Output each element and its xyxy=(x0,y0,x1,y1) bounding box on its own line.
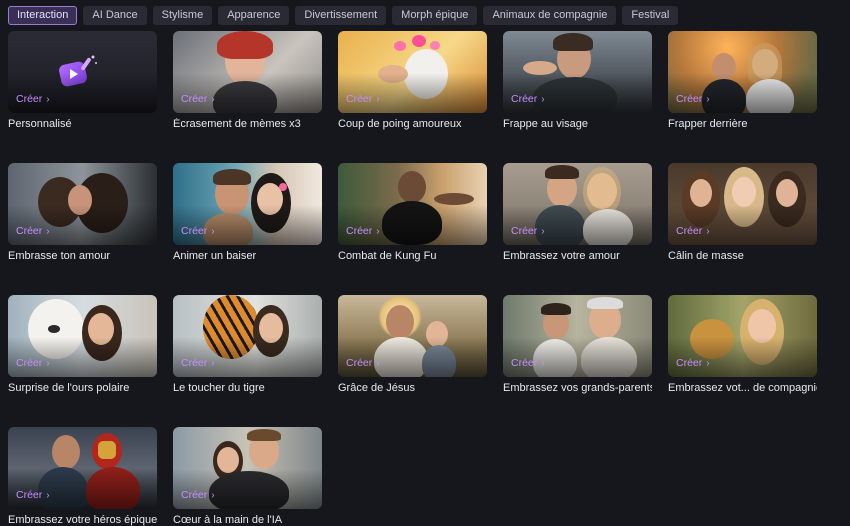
template-grid: Créer › Personnalisé Créer › Écrasement de… xyxy=(8,31,817,526)
card-thumbnail: Créer › xyxy=(8,163,157,245)
template-card-coeur-main[interactable]: Créer › Cœur à la main de l'IA xyxy=(173,427,322,526)
tab-festival[interactable]: Festival xyxy=(622,6,679,25)
card-title: Grâce de Jésus xyxy=(338,382,416,394)
card-title: Câlin de masse xyxy=(668,250,744,262)
template-card-heros-epique[interactable]: Créer › Embrassez votre héros épique xyxy=(8,427,157,526)
chevron-right-icon: › xyxy=(541,225,545,237)
create-button[interactable]: Créer › xyxy=(346,357,380,369)
category-tabs: Interaction AI Dance Stylisme Apparence … xyxy=(8,6,679,25)
chevron-right-icon: › xyxy=(211,225,215,237)
template-card-calin-de-masse[interactable]: Créer › Câlin de masse xyxy=(668,163,817,262)
card-title: Coup de poing amoureux xyxy=(338,118,462,130)
tab-apparence[interactable]: Apparence xyxy=(218,6,290,25)
chevron-right-icon: › xyxy=(46,489,50,501)
card-thumbnail: Créer › xyxy=(503,295,652,377)
create-button[interactable]: Créer › xyxy=(511,93,545,105)
chevron-right-icon: › xyxy=(211,357,215,369)
create-button[interactable]: Créer › xyxy=(16,489,50,501)
template-card-animer-baiser[interactable]: Créer › Animer un baiser xyxy=(173,163,322,262)
create-button[interactable]: Créer › xyxy=(346,225,380,237)
chevron-right-icon: › xyxy=(706,225,710,237)
card-thumbnail: Créer › xyxy=(8,31,157,113)
create-button[interactable]: Créer › xyxy=(346,93,380,105)
template-card-compagnie[interactable]: Créer › Embrassez vot... de compagnie xyxy=(668,295,817,394)
card-thumbnail: Créer › xyxy=(668,31,817,113)
template-card-grace-jesus[interactable]: Créer › Grâce de Jésus xyxy=(338,295,487,394)
create-button[interactable]: Créer › xyxy=(676,225,710,237)
card-thumbnail: Créer › xyxy=(338,163,487,245)
card-title: Embrassez vot... de compagnie xyxy=(668,382,817,394)
card-thumbnail: Créer › xyxy=(173,163,322,245)
chevron-right-icon: › xyxy=(211,93,215,105)
card-thumbnail: Créer › xyxy=(503,31,652,113)
card-thumbnail: Créer › xyxy=(173,427,322,509)
card-thumbnail: Créer › xyxy=(8,427,157,509)
tab-ai-dance[interactable]: AI Dance xyxy=(83,6,147,25)
template-card-personnalise[interactable]: Créer › Personnalisé xyxy=(8,31,157,130)
chevron-right-icon: › xyxy=(46,225,50,237)
card-title: Personnalisé xyxy=(8,118,72,130)
card-thumbnail: Créer › xyxy=(503,163,652,245)
create-button[interactable]: Créer › xyxy=(181,225,215,237)
card-thumbnail: Créer › xyxy=(668,295,817,377)
template-card-embrasse-ton-amour[interactable]: Créer › Embrasse ton amour xyxy=(8,163,157,262)
template-card-frapper-derriere[interactable]: Créer › Frapper derrière xyxy=(668,31,817,130)
create-button[interactable]: Créer › xyxy=(16,93,50,105)
create-button[interactable]: Créer › xyxy=(16,225,50,237)
template-card-ecrasement-memes[interactable]: Créer › Écrasement de mèmes x3 xyxy=(173,31,322,130)
create-button[interactable]: Créer › xyxy=(16,357,50,369)
create-button[interactable]: Créer › xyxy=(181,489,215,501)
video-magic-icon xyxy=(59,55,97,87)
card-title: Le toucher du tigre xyxy=(173,382,265,394)
card-thumbnail: Créer › xyxy=(173,31,322,113)
chevron-right-icon: › xyxy=(46,357,50,369)
chevron-right-icon: › xyxy=(46,93,50,105)
template-card-embrassez-votre-amour[interactable]: Créer › Embrassez votre amour xyxy=(503,163,652,262)
tab-animaux[interactable]: Animaux de compagnie xyxy=(483,6,617,25)
template-card-ours-polaire[interactable]: Créer › Surprise de l'ours polaire xyxy=(8,295,157,394)
chevron-right-icon: › xyxy=(706,357,710,369)
tab-interaction[interactable]: Interaction xyxy=(8,6,78,25)
tab-morph-epique[interactable]: Morph épique xyxy=(392,6,478,25)
create-button[interactable]: Créer › xyxy=(676,357,710,369)
create-button[interactable]: Créer › xyxy=(676,93,710,105)
chevron-right-icon: › xyxy=(541,357,545,369)
card-title: Cœur à la main de l'IA xyxy=(173,514,283,526)
create-button[interactable]: Créer › xyxy=(181,357,215,369)
card-thumbnail: Créer › xyxy=(173,295,322,377)
card-title: Frapper derrière xyxy=(668,118,748,130)
card-title: Embrassez votre amour xyxy=(503,250,620,262)
template-card-grands-parents[interactable]: Créer › Embrassez vos grands-parents xyxy=(503,295,652,394)
card-title: Écrasement de mèmes x3 xyxy=(173,118,301,130)
card-title: Embrassez vos grands-parents xyxy=(503,382,652,394)
chevron-right-icon: › xyxy=(376,357,380,369)
card-title: Embrassez votre héros épique xyxy=(8,514,157,526)
card-title: Frappe au visage xyxy=(503,118,588,130)
chevron-right-icon: › xyxy=(376,93,380,105)
template-card-kung-fu[interactable]: Créer › Combat de Kung Fu xyxy=(338,163,487,262)
create-button[interactable]: Créer › xyxy=(511,225,545,237)
card-title: Embrasse ton amour xyxy=(8,250,111,262)
chevron-right-icon: › xyxy=(211,489,215,501)
tab-divertissement[interactable]: Divertissement xyxy=(295,6,387,25)
card-title: Animer un baiser xyxy=(173,250,257,262)
card-thumbnail: Créer › xyxy=(338,31,487,113)
card-title: Combat de Kung Fu xyxy=(338,250,437,262)
tab-stylisme[interactable]: Stylisme xyxy=(152,6,213,25)
card-thumbnail: Créer › xyxy=(338,295,487,377)
create-button[interactable]: Créer › xyxy=(511,357,545,369)
card-thumbnail: Créer › xyxy=(8,295,157,377)
create-button[interactable]: Créer › xyxy=(181,93,215,105)
template-card-frappe-visage[interactable]: Créer › Frappe au visage xyxy=(503,31,652,130)
chevron-right-icon: › xyxy=(376,225,380,237)
template-card-toucher-tigre[interactable]: Créer › Le toucher du tigre xyxy=(173,295,322,394)
template-card-coup-de-poing[interactable]: Créer › Coup de poing amoureux xyxy=(338,31,487,130)
card-thumbnail: Créer › xyxy=(668,163,817,245)
chevron-right-icon: › xyxy=(706,93,710,105)
chevron-right-icon: › xyxy=(541,93,545,105)
card-title: Surprise de l'ours polaire xyxy=(8,382,130,394)
